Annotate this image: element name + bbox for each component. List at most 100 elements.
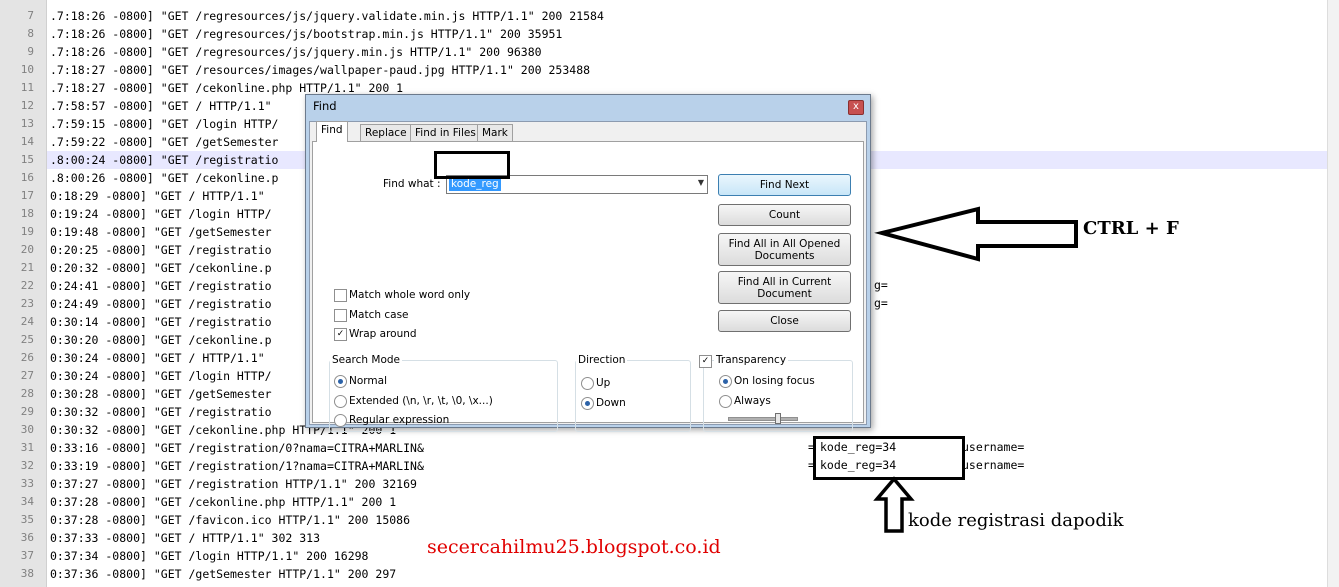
find-dialog: Find x Find Replace Find in Files Mark F… — [305, 94, 871, 432]
line-number: 37 — [20, 549, 34, 562]
line-text: 0:37:28 -0800] "GET /cekonline.php HTTP/… — [50, 495, 397, 509]
on-losing-focus-radio[interactable] — [719, 375, 732, 388]
tab-replace[interactable]: Replace — [360, 124, 412, 142]
match-whole-word-label: Match whole word only — [349, 289, 471, 301]
normal-label: Normal — [349, 375, 387, 387]
dialog-title: Find — [313, 99, 337, 113]
line-number: 23 — [20, 297, 34, 310]
transparency-slider-track[interactable] — [728, 417, 798, 421]
line-text: 0:30:20 -0800] "GET /cekonline.p — [50, 333, 272, 347]
line-text: 0:24:49 -0800] "GET /registratio — [50, 297, 272, 311]
line-number: 29 — [20, 405, 34, 418]
line-text: .8:00:24 -0800] "GET /registratio — [50, 153, 279, 167]
always-radio[interactable] — [719, 395, 732, 408]
line-number: 36 — [20, 531, 34, 544]
code-line[interactable]: 33 0:37:27 -0800] "GET /registration HTTP… — [21, 475, 1337, 493]
line-text: 0:33:19 -0800] "GET /registration/1?nama… — [50, 459, 424, 473]
line-number: 12 — [20, 99, 34, 112]
find-all-opened-button[interactable]: Find All in All Opened Documents — [718, 233, 851, 266]
line-text: .7:18:26 -0800] "GET /regresources/js/bo… — [50, 27, 563, 41]
find-tab-panel: Find what : kode_reg ▼ Find Next Count F… — [312, 141, 864, 432]
line-text: 0:30:24 -0800] "GET / HTTP/1.1" — [50, 351, 265, 365]
watermark-text: secercahilmu25.blogspot.co.id — [427, 536, 721, 558]
find-all-current-button[interactable]: Find All in Current Document — [718, 271, 851, 304]
chevron-down-icon[interactable]: ▼ — [698, 178, 704, 187]
code-line[interactable]: 35 0:37:28 -0800] "GET /favicon.ico HTTP/… — [21, 511, 1337, 529]
line-number: 34 — [20, 495, 34, 508]
count-button[interactable]: Count — [718, 204, 851, 226]
line-fragment: username= — [962, 458, 1025, 472]
code-line[interactable]: 9 .7:18:26 -0800] "GET /regresources/js/j… — [27, 43, 1337, 61]
transparency-slider-thumb[interactable] — [775, 413, 781, 424]
line-number: 9 — [27, 45, 34, 58]
regex-label: Regular expression — [349, 414, 450, 426]
line-text: .7:58:57 -0800] "GET / HTTP/1.1" — [50, 99, 272, 113]
left-arrow-icon — [874, 206, 1078, 262]
extended-radio[interactable] — [334, 395, 347, 408]
line-text: .8:00:26 -0800] "GET /cekonline.p — [50, 171, 279, 185]
line-number: 22 — [20, 279, 34, 292]
code-line[interactable]: 34 0:37:28 -0800] "GET /cekonline.php HTT… — [21, 493, 1337, 511]
line-text: 0:37:28 -0800] "GET /favicon.ico HTTP/1.… — [50, 513, 411, 527]
code-line[interactable]: 7 .7:18:26 -0800] "GET /regresources/js/j… — [27, 7, 1337, 25]
code-line[interactable]: 38 0:37:36 -0800] "GET /getSemester HTTP/… — [21, 565, 1337, 583]
line-fragment: g= — [874, 296, 888, 310]
on-losing-focus-label: On losing focus — [734, 375, 815, 387]
line-number: 21 — [20, 261, 34, 274]
always-label: Always — [734, 395, 771, 407]
transparency-checkbox[interactable]: ✓ — [699, 355, 712, 368]
code-line[interactable]: 32 0:33:19 -0800] "GET /registration/1?na… — [21, 457, 1337, 475]
code-line[interactable]: 31 0:33:16 -0800] "GET /registration/0?na… — [21, 439, 1337, 457]
line-number: 28 — [20, 387, 34, 400]
line-text: .7:18:26 -0800] "GET /regresources/js/jq… — [50, 9, 604, 23]
line-number: 18 — [20, 207, 34, 220]
search-mode-group: Search Mode Normal Extended (\n, \r, \t,… — [329, 354, 558, 432]
tab-find-in-files[interactable]: Find in Files — [410, 124, 481, 142]
line-text: 0:30:28 -0800] "GET /getSemester — [50, 387, 272, 401]
code-line[interactable]: 8 .7:18:26 -0800] "GET /regresources/js/b… — [27, 25, 1337, 43]
line-fragment: g= — [874, 278, 888, 292]
line-number: 8 — [27, 27, 34, 40]
dialog-body: Find Replace Find in Files Mark Find wha… — [309, 121, 867, 432]
up-radio[interactable] — [581, 377, 594, 390]
find-what-label: Find what : — [383, 178, 441, 190]
search-mode-title: Search Mode — [330, 354, 403, 366]
match-whole-word-checkbox[interactable] — [334, 289, 347, 302]
direction-title: Direction — [576, 354, 628, 366]
line-number: 31 — [20, 441, 34, 454]
tab-find[interactable]: Find — [316, 121, 348, 142]
line-number: 16 — [20, 171, 34, 184]
line-number: 14 — [20, 135, 34, 148]
code-line[interactable]: 10 .7:18:27 -0800] "GET /resources/images… — [21, 61, 1337, 79]
line-fragment: username= — [962, 440, 1025, 454]
line-number: 27 — [20, 369, 34, 382]
line-number: 19 — [20, 225, 34, 238]
line-number: 7 — [27, 9, 34, 22]
line-text: 0:30:14 -0800] "GET /registratio — [50, 315, 272, 329]
line-number: 20 — [20, 243, 34, 256]
line-text: .7:18:27 -0800] "GET /resources/images/w… — [50, 63, 591, 77]
normal-radio[interactable] — [334, 375, 347, 388]
wrap-around-checkbox[interactable]: ✓ — [334, 328, 347, 341]
up-label: Up — [596, 377, 611, 389]
down-radio[interactable] — [581, 397, 594, 410]
find-next-button[interactable]: Find Next — [718, 174, 851, 196]
line-text: 0:37:27 -0800] "GET /registration HTTP/1… — [50, 477, 417, 491]
highlight-box-kode-reg — [813, 436, 965, 480]
match-case-checkbox[interactable] — [334, 309, 347, 322]
line-text: 0:18:29 -0800] "GET / HTTP/1.1" — [50, 189, 265, 203]
line-number: 38 — [20, 567, 34, 580]
line-number: 30 — [20, 423, 34, 436]
line-text: 0:20:32 -0800] "GET /cekonline.p — [50, 261, 272, 275]
line-text: .7:18:26 -0800] "GET /regresources/js/jq… — [50, 45, 542, 59]
close-icon[interactable]: x — [848, 100, 864, 115]
line-text: 0:37:33 -0800] "GET / HTTP/1.1" 302 313 — [50, 531, 321, 545]
regex-radio[interactable] — [334, 414, 347, 427]
vertical-scrollbar[interactable] — [1327, 0, 1339, 587]
close-button[interactable]: Close — [718, 310, 851, 332]
line-text: .7:59:22 -0800] "GET /getSemester — [50, 135, 279, 149]
highlight-box-find-field — [434, 151, 510, 179]
line-text: 0:37:34 -0800] "GET /login HTTP/1.1" 200… — [50, 549, 369, 563]
tab-mark[interactable]: Mark — [477, 124, 513, 142]
line-text: 0:20:25 -0800] "GET /registratio — [50, 243, 272, 257]
